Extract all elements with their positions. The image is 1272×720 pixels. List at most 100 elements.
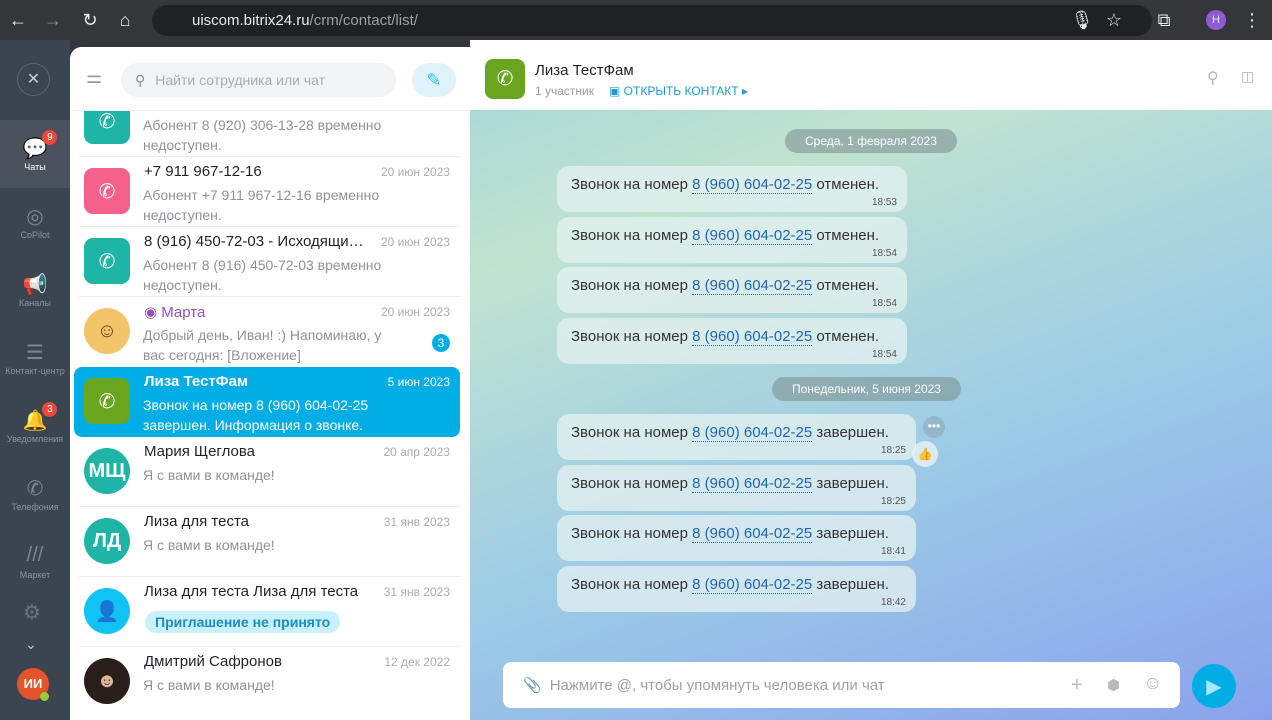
- open-contact-link[interactable]: ▣ ОТКРЫТЬ КОНТАКТ ▸: [609, 84, 748, 98]
- message-time: 18:54: [871, 349, 897, 360]
- phone-link[interactable]: 8 (960) 604-02-25: [692, 424, 813, 442]
- nav-copilot[interactable]: ◎ CoPilot: [0, 188, 70, 256]
- home-icon[interactable]: ⌂: [113, 8, 137, 32]
- attach-paperclip-icon[interactable]: 📎: [523, 676, 542, 694]
- search-icon: ⚲: [135, 71, 146, 88]
- date-divider: Среда, 1 февраля 2023: [785, 129, 957, 153]
- phone-link[interactable]: 8 (960) 604-02-25: [692, 525, 813, 543]
- chat-preview: Добрый день, Иван! :) Напоминаю, у вас с…: [143, 327, 382, 363]
- phone-call-icon: ✆: [84, 378, 130, 424]
- phone-link[interactable]: 8 (960) 604-02-25: [692, 277, 813, 295]
- settings-gear-icon[interactable]: ⚙: [23, 600, 41, 625]
- message-bubble: Звонок на номер 8 (960) 604-02-25 заверш…: [557, 566, 916, 612]
- avatar: МЩ: [84, 448, 130, 494]
- message-time: 18:42: [880, 597, 906, 608]
- nav-notifications[interactable]: 🔔 3 Уведомления: [0, 392, 70, 460]
- chat-preview: Абонент +7 911 967-12-16 временно недост…: [143, 187, 380, 223]
- invitation-status-badge: Приглашение не принято: [145, 611, 341, 633]
- message-bubble: Звонок на номер 8 (960) 604-02-25 заверш…: [557, 515, 916, 561]
- phone-link[interactable]: 8 (960) 604-02-25: [692, 475, 813, 493]
- megaphone-icon: 📢: [22, 274, 48, 296]
- profile-avatar[interactable]: Н: [1206, 10, 1226, 30]
- chat-date: 20 июн 2023: [380, 305, 450, 319]
- send-arrow-icon: ▶: [1206, 675, 1222, 698]
- extensions-icon[interactable]: ⧉: [1152, 8, 1176, 32]
- avatar-photo: ☻: [84, 658, 130, 704]
- sticker-icon[interactable]: ⬢: [1107, 676, 1120, 694]
- chat-title: Лиза для теста Лиза для теста: [144, 583, 359, 600]
- message-time: 18:53: [871, 197, 897, 208]
- bookmark-star-icon[interactable]: ☆: [1102, 8, 1126, 32]
- like-icon[interactable]: 👍: [912, 441, 938, 467]
- online-status-dot: [40, 692, 49, 701]
- new-chat-button[interactable]: ✎: [412, 63, 456, 97]
- phone-call-icon: ✆: [84, 238, 130, 284]
- nav-market[interactable]: ///Маркет: [0, 528, 70, 596]
- compose-icon: ✎: [426, 69, 442, 90]
- message-input[interactable]: 📎 Нажмите @, чтобы упомянуть человека ил…: [503, 662, 1180, 708]
- nav-channels[interactable]: 📢 Каналы: [0, 256, 70, 324]
- chat-preview: Я с вами в команде!: [143, 537, 275, 553]
- contact-center-icon: ☰: [26, 342, 44, 364]
- copilot-icon: ◎: [26, 206, 44, 228]
- left-nav: ✕ 💬 9 Чаты ◎ CoPilot 📢 Каналы ☰ Контакт-центр…: [0, 40, 70, 720]
- avatar: ЛД: [84, 518, 130, 564]
- chat-title: 8 (916) 450-72-03 - Исходящий звонок: [144, 233, 364, 250]
- message-time: 18:25: [880, 445, 906, 456]
- plus-icon[interactable]: +: [1071, 674, 1083, 697]
- send-button[interactable]: ▶: [1192, 664, 1236, 708]
- phone-call-icon: ✆: [84, 168, 130, 214]
- chat-date: 31 янв 2023: [383, 585, 450, 599]
- message-more-icon[interactable]: •••: [923, 416, 945, 438]
- emoji-icon[interactable]: ☺: [1143, 673, 1162, 695]
- chat-list-item[interactable]: ✆ Лиза ТестФам 5 июн 2023 Звонок на номер 8…: [74, 367, 460, 437]
- chat-preview: Звонок на номер 8 (960) 604-02-25 заверш…: [143, 397, 369, 433]
- chat-date: 5 июн 2023: [387, 375, 450, 389]
- sidebar-toggle-icon[interactable]: ◫: [1241, 68, 1254, 85]
- phone-link[interactable]: 8 (960) 604-02-25: [692, 328, 813, 346]
- chevron-down-icon[interactable]: ⌄: [25, 636, 37, 653]
- nav-chats[interactable]: 💬 9 Чаты: [0, 120, 70, 188]
- message-time: 18:54: [871, 298, 897, 309]
- phone-link[interactable]: 8 (960) 604-02-25: [692, 227, 813, 245]
- menu-icon[interactable]: ⋮: [1240, 8, 1264, 32]
- phone-link[interactable]: 8 (960) 604-02-25: [692, 576, 813, 594]
- message-bubble: Звонок на номер 8 (960) 604-02-25 заверш…: [557, 414, 916, 460]
- search-input[interactable]: ⚲ Найти сотрудника или чат: [121, 63, 396, 97]
- chat-date: 12 дек 2022: [384, 655, 450, 669]
- chat-preview: Я с вами в команде!: [143, 467, 275, 483]
- nav-contact-center[interactable]: ☰ Контакт-центр: [0, 324, 70, 392]
- chat-preview: Я с вами в команде!: [143, 677, 275, 693]
- address-bar[interactable]: uiscom.bitrix24.ru/crm/contact/list/: [152, 5, 1152, 36]
- mic-icon[interactable]: 🎙: [1070, 8, 1094, 32]
- message-time: 18:41: [880, 546, 906, 557]
- chat-list-item[interactable]: 👤 Лиза для теста Лиза для теста 31 янв 202…: [74, 577, 460, 647]
- close-icon[interactable]: ✕: [17, 63, 50, 96]
- chat-list-item[interactable]: ✆ 8 (916) 450-72-03 - Исходящий звонок 20 …: [74, 227, 460, 297]
- bot-icon: ◉: [144, 304, 162, 321]
- chat-title: +7 911 967-12-16: [144, 163, 262, 180]
- filter-sliders-icon[interactable]: ⚌: [86, 67, 102, 88]
- search-icon[interactable]: ⚲: [1207, 68, 1219, 88]
- chat-list-item[interactable]: ☺ ◉ Марта 20 июн 2023 Добрый день, Иван! :)…: [74, 297, 460, 367]
- chat-list-item[interactable]: ✆ +7 911 967-12-16 20 июн 2023 Абонент +7 9…: [74, 157, 460, 227]
- chat-list-item[interactable]: ☻ Дмитрий Сафронов 12 дек 2022 Я с вами в к…: [74, 647, 460, 717]
- bell-icon: 🔔 3: [23, 402, 58, 434]
- chat-list-item[interactable]: МЩ Мария Щеглова 20 апр 2023 Я с вами в ком…: [74, 437, 460, 507]
- phone-link[interactable]: 8 (960) 604-02-25: [692, 176, 813, 194]
- nav-telephony[interactable]: ✆ Телефония: [0, 460, 70, 528]
- phone-call-avatar-icon: ✆: [485, 59, 525, 99]
- chat-list-item[interactable]: ЛД Лиза для теста 31 янв 2023 Я с вами в ко…: [74, 507, 460, 577]
- message-bubble: Звонок на номер 8 (960) 604-02-25 заверш…: [557, 465, 916, 511]
- chat-title: Лиза для теста: [144, 513, 249, 530]
- forward-icon[interactable]: →: [41, 8, 65, 32]
- chat-date: 20 июн 2023: [380, 235, 450, 249]
- chat-date: 20 апр 2023: [383, 445, 450, 459]
- chat-date: 31 янв 2023: [383, 515, 450, 529]
- members-count: 1 участник: [535, 84, 595, 98]
- message-bubble: Звонок на номер 8 (960) 604-02-25 отмене…: [557, 217, 907, 263]
- chat-list-panel: ⚌ ⚲ Найти сотрудника или чат ✎ ✆ Абонент 8…: [70, 47, 470, 720]
- back-icon[interactable]: ←: [6, 8, 30, 32]
- reload-icon[interactable]: ↻: [78, 8, 102, 32]
- dialog-title: Лиза ТестФам: [535, 62, 634, 79]
